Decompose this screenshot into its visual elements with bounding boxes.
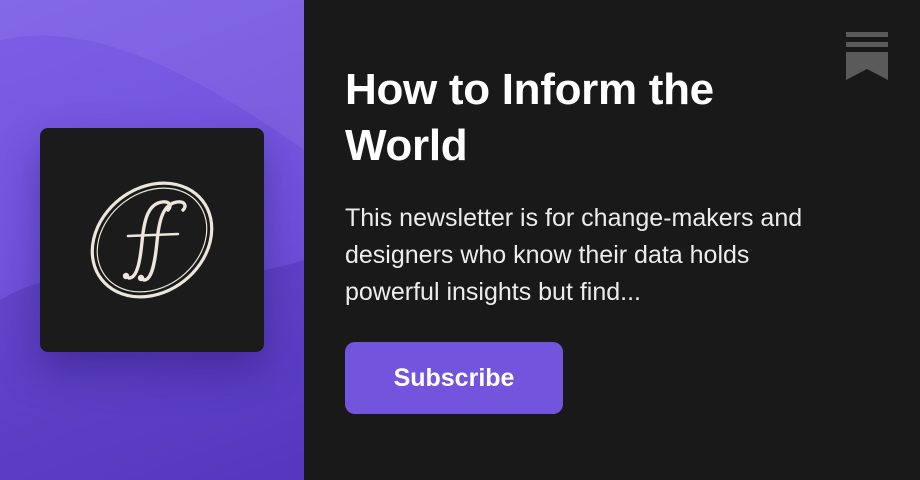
publication-title: How to Inform the World (345, 65, 714, 170)
publication-description: This newsletter is for change-makers and… (345, 204, 803, 306)
publication-logo[interactable] (40, 128, 264, 352)
ff-monogram-icon (90, 181, 214, 299)
bookmark-icon[interactable] (846, 32, 888, 80)
content-panel: How to Inform the World This newsletter … (304, 0, 920, 480)
brand-panel (0, 0, 304, 480)
newsletter-card: How to Inform the World This newsletter … (0, 0, 920, 480)
subscribe-button[interactable]: Subscribe (345, 342, 563, 414)
